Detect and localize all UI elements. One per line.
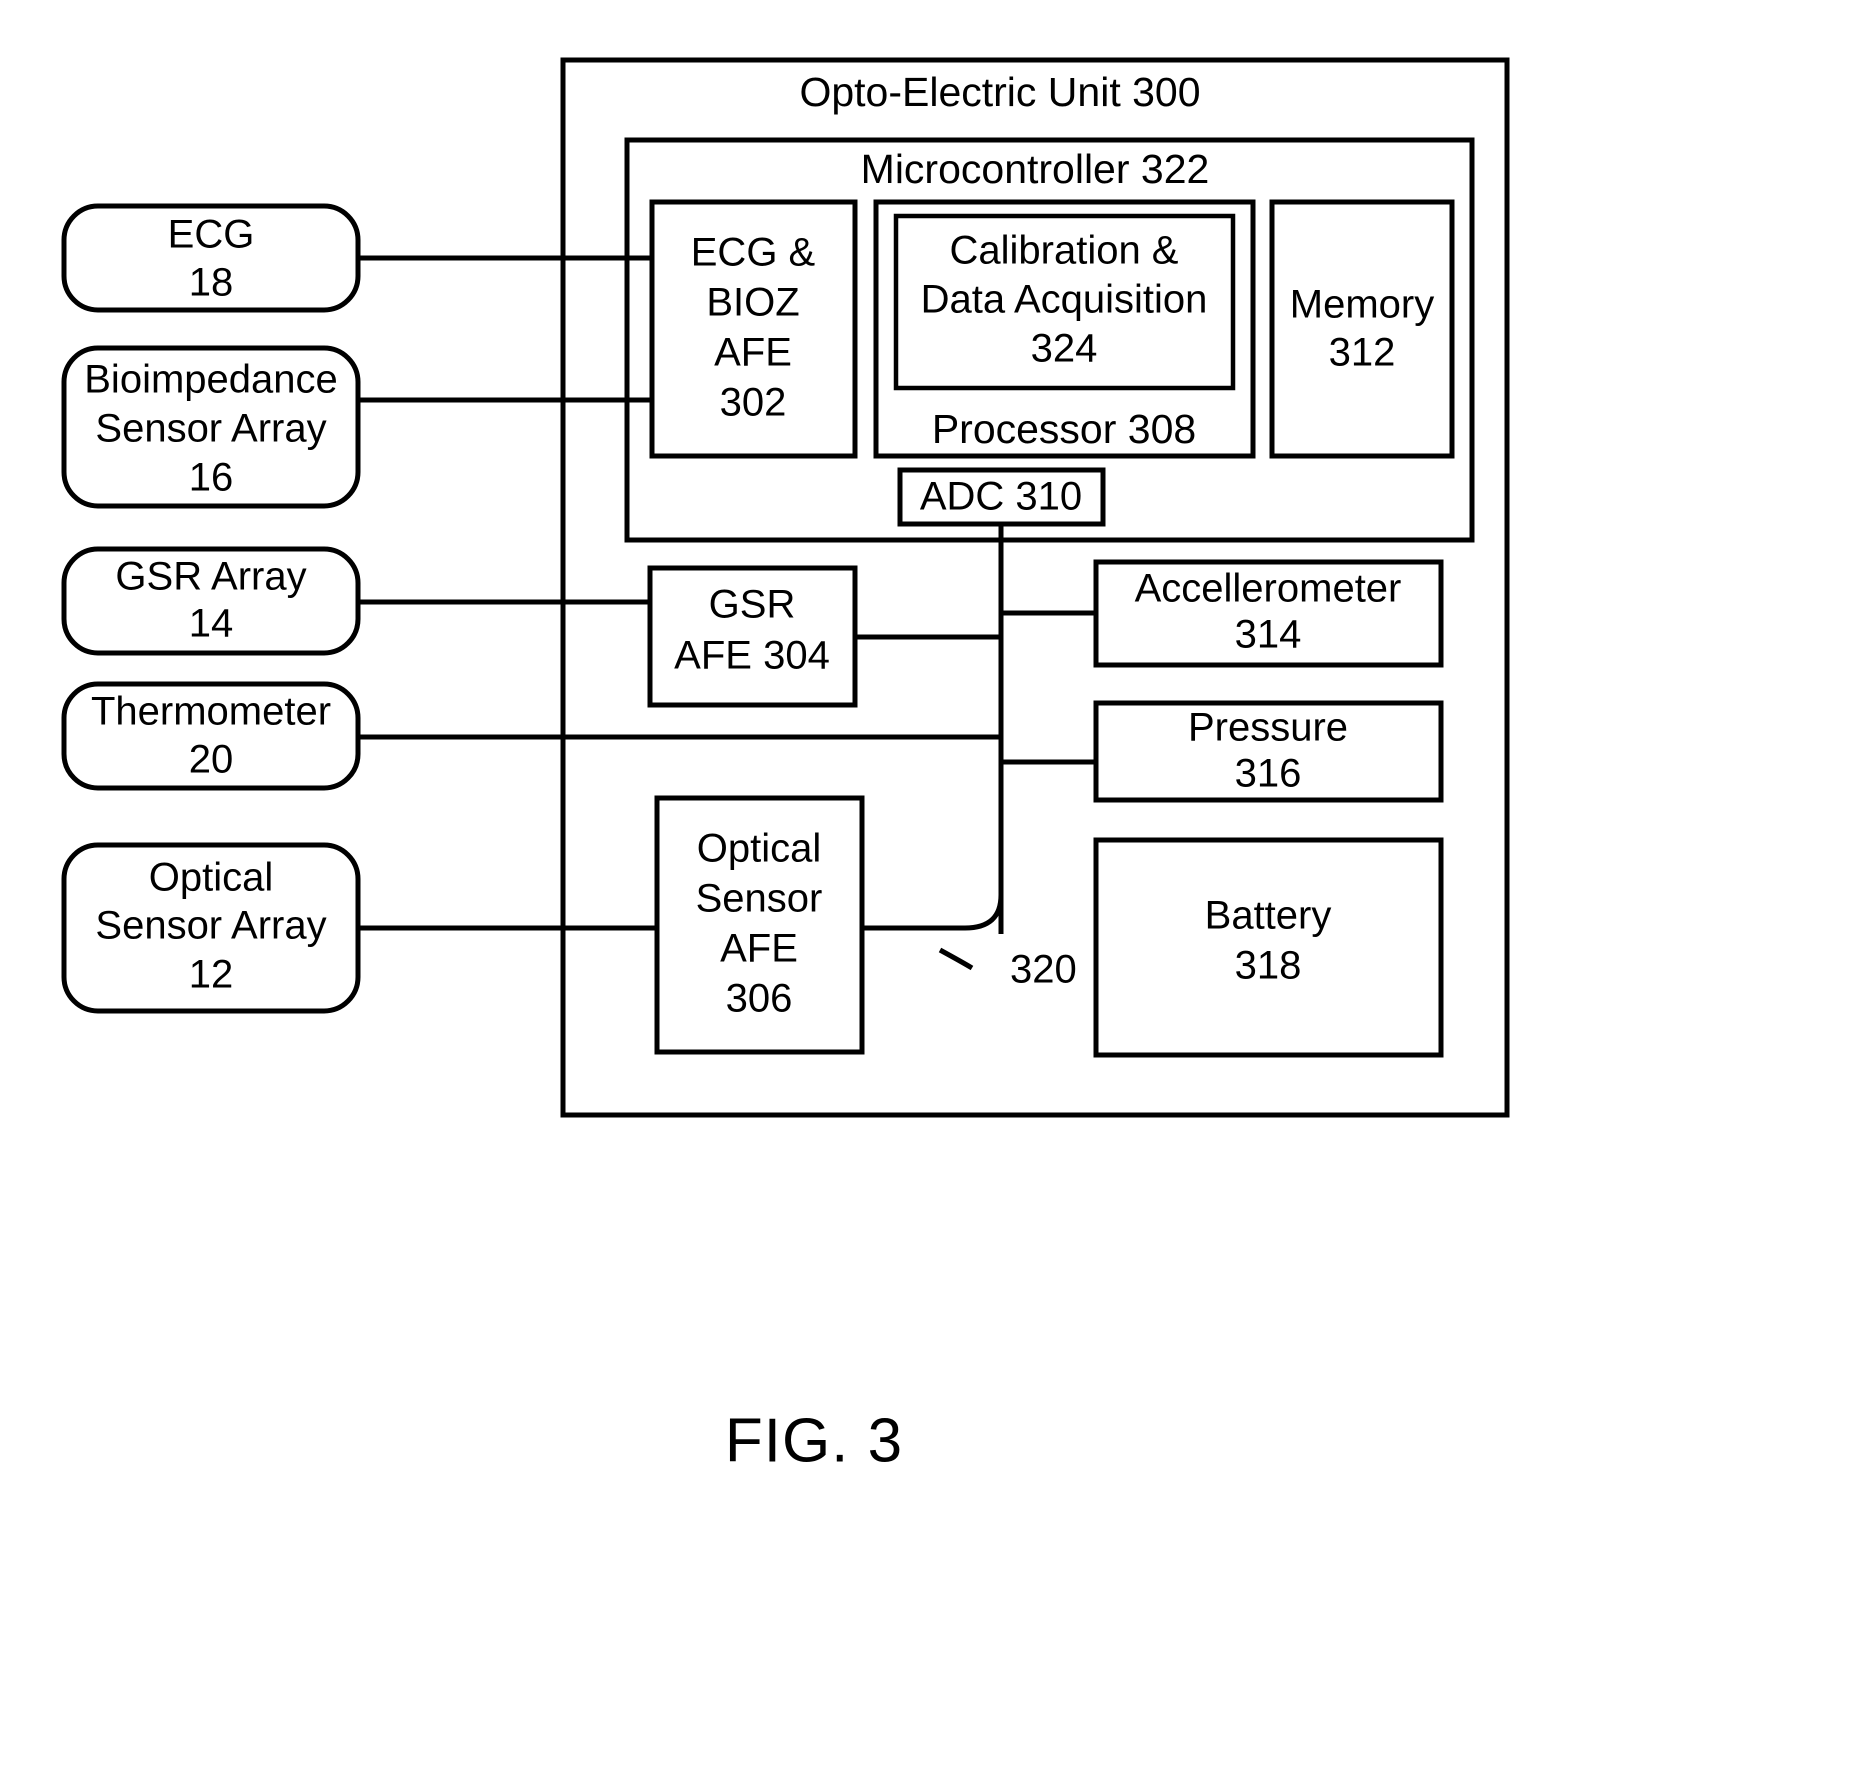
sensor-thermometer-line-1: Thermometer (91, 690, 331, 734)
gsr-afe-line-2: AFE 304 (674, 634, 830, 678)
gsr-afe-block[interactable]: GSR AFE 304 (647, 565, 858, 708)
adc-block[interactable]: ADC 310 (897, 467, 1106, 527)
sensor-ecg-line-1: ECG (168, 213, 255, 257)
ecg-bioz-afe-block[interactable]: ECG & BIOZ AFE 302 (649, 199, 858, 459)
sensor-bioimpedance-line-1: Bioimpedance (84, 358, 338, 402)
ecg-bioz-afe-line-4: 302 (720, 381, 787, 425)
patent-figure: Opto-Electric Unit 300 Microcontroller 3… (0, 0, 1875, 1785)
battery-block[interactable]: Battery 318 (1093, 837, 1444, 1058)
pressure-line-1: Pressure (1188, 706, 1348, 750)
adc-label: ADC 310 (920, 475, 1082, 519)
battery-line-2: 318 (1235, 944, 1302, 988)
accelerometer-line-2: 314 (1235, 613, 1302, 657)
optical-afe-line-3: AFE (720, 927, 798, 971)
memory-line-2: 312 (1329, 331, 1396, 375)
memory-line-1: Memory (1290, 283, 1434, 327)
ecg-bioz-afe-line-2: BIOZ (706, 281, 799, 325)
connector-opticalafe-to-bus (862, 894, 1004, 931)
sensor-optical-line-1: Optical (149, 856, 274, 900)
accelerometer-block[interactable]: Accellerometer 314 (1093, 559, 1444, 668)
processor-container: Processor 308 Calibration & Data Acquisi… (873, 199, 1256, 459)
calibration-line-3: 324 (1031, 327, 1098, 371)
calibration-line-2: Data Acquisition (921, 278, 1208, 322)
processor-label: Processor 308 (932, 406, 1196, 452)
memory-block[interactable]: Memory 312 (1269, 199, 1455, 459)
sensor-ecg-block[interactable]: ECG 18 (61, 203, 361, 313)
memory-border (1269, 199, 1455, 459)
calibration-line-1: Calibration & (949, 229, 1178, 273)
sensor-bioimpedance-line-3: 16 (189, 456, 234, 500)
accelerometer-line-1: Accellerometer (1135, 567, 1402, 611)
sensor-bioimpedance-block[interactable]: Bioimpedance Sensor Array 16 (61, 345, 361, 509)
gsr-afe-line-1: GSR (709, 583, 796, 627)
sensor-ecg-line-2: 18 (189, 261, 234, 305)
optical-afe-line-2: Sensor (696, 877, 823, 921)
reference-label-320: 320 (1010, 948, 1077, 992)
sensor-thermometer-block[interactable]: Thermometer 20 (61, 681, 361, 791)
block-diagram: Opto-Electric Unit 300 Microcontroller 3… (61, 57, 1510, 1475)
opto-electric-unit-label: Opto-Electric Unit 300 (799, 69, 1200, 115)
sensor-optical-line-2: Sensor Array (95, 904, 326, 948)
optical-afe-line-1: Optical (697, 827, 822, 871)
leader-line-320 (938, 947, 974, 971)
optical-afe-line-4: 306 (726, 977, 793, 1021)
sensor-gsr-array-block[interactable]: GSR Array 14 (61, 546, 361, 656)
optical-sensor-afe-block[interactable]: Optical Sensor AFE 306 (654, 795, 865, 1055)
sensor-thermometer-line-2: 20 (189, 738, 234, 782)
sensor-optical-line-3: 12 (189, 953, 234, 997)
sensor-gsr-line-2: 14 (189, 602, 234, 646)
pressure-block[interactable]: Pressure 316 (1093, 700, 1444, 803)
calibration-data-acquisition-block[interactable]: Calibration & Data Acquisition 324 (893, 213, 1236, 391)
ecg-bioz-afe-line-1: ECG & (691, 231, 816, 275)
ecg-bioz-afe-line-3: AFE (714, 331, 792, 375)
sensor-gsr-line-1: GSR Array (115, 555, 306, 599)
figure-caption: FIG. 3 (725, 1406, 903, 1475)
pressure-line-2: 316 (1235, 752, 1302, 796)
battery-line-1: Battery (1205, 894, 1332, 938)
microcontroller-label: Microcontroller 322 (861, 146, 1210, 192)
sensor-bioimpedance-line-2: Sensor Array (95, 407, 326, 451)
sensor-optical-array-block[interactable]: Optical Sensor Array 12 (61, 842, 361, 1014)
